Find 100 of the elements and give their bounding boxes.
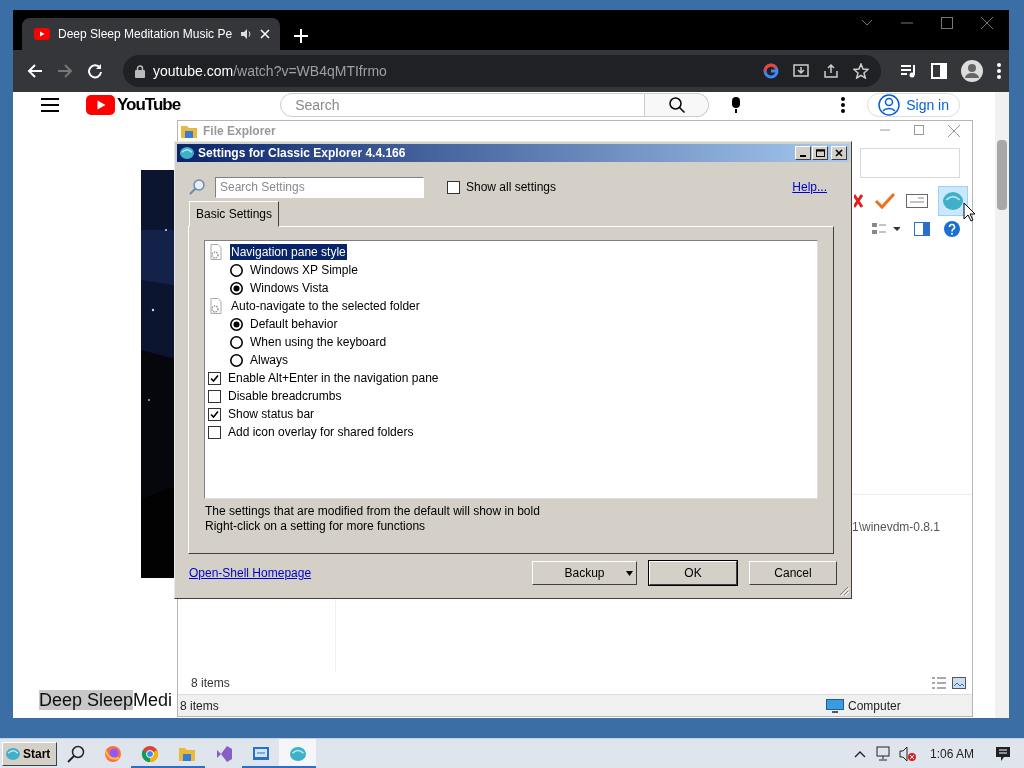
checkbox[interactable] — [208, 371, 221, 385]
notification-icon[interactable] — [995, 745, 1011, 762]
reload-icon[interactable] — [87, 63, 103, 79]
monitor-icon — [251, 744, 270, 763]
delete-x-icon[interactable] — [854, 193, 864, 209]
side-panel-icon[interactable] — [931, 63, 947, 79]
menu-button[interactable]: Backup — [532, 561, 637, 585]
hint-text: The settings that are modified from the default will show in bold — [205, 504, 541, 519]
shell-icon — [288, 744, 307, 763]
view-options-icon[interactable] — [872, 221, 900, 236]
chevron-down-icon[interactable] — [861, 19, 873, 27]
shell-icon — [5, 745, 21, 762]
logo-text: YouTube — [117, 95, 181, 115]
menu-icon[interactable] — [41, 98, 59, 112]
chevron-up-icon[interactable] — [853, 749, 866, 758]
search-button[interactable] — [645, 93, 710, 117]
setting-label[interactable]: Show status bar — [227, 406, 316, 422]
preview-pane-icon[interactable] — [914, 221, 930, 236]
setting-label[interactable]: Always — [249, 352, 289, 368]
ok-button[interactable]: OK — [649, 561, 737, 585]
checkbox[interactable] — [208, 389, 221, 403]
thumbnail-view-icon[interactable] — [952, 677, 966, 689]
browser-icon — [103, 744, 122, 763]
browser-icon — [140, 744, 159, 763]
setting-label[interactable]: Auto-navigate to the selected folder — [230, 298, 421, 314]
close-button[interactable] — [831, 146, 847, 160]
item-count: 8 items — [191, 676, 230, 690]
back-arrow-icon[interactable] — [27, 63, 43, 79]
install-icon[interactable] — [793, 63, 809, 79]
share-icon[interactable] — [823, 63, 839, 79]
shell-icon — [179, 145, 195, 161]
media-queue-icon[interactable] — [901, 64, 917, 78]
search-field[interactable]: Search — [280, 93, 646, 117]
search-field[interactable]: Search Settings — [215, 176, 424, 198]
maximize-icon[interactable] — [914, 125, 924, 135]
settings-page-icon — [208, 298, 224, 314]
clock-text: 1:06 AM — [928, 746, 975, 761]
avatar-icon[interactable] — [961, 60, 983, 82]
window-title: File Explorer — [203, 124, 276, 138]
radio-button[interactable] — [230, 317, 243, 331]
checkbox-label: Show all settings — [466, 180, 557, 194]
status-text: 8 items — [179, 698, 219, 713]
shell-icon — [942, 190, 964, 212]
setting-label[interactable]: Disable breadcrumbs — [227, 388, 343, 404]
microphone-icon[interactable] — [731, 97, 742, 113]
address-bar[interactable]: youtube.com/watch?v=WB4qMTIfrmo — [123, 55, 881, 87]
setting-label[interactable]: Add icon overlay for shared folders — [227, 424, 415, 440]
maximize-button[interactable] — [812, 146, 828, 160]
setting-label[interactable]: Navigation pane style — [230, 244, 347, 260]
setting-label[interactable]: Windows Vista — [249, 280, 330, 296]
settings-page-icon — [208, 244, 224, 260]
radio-button[interactable] — [230, 335, 243, 349]
minimize-button[interactable] — [795, 146, 811, 160]
checkbox[interactable] — [208, 407, 221, 421]
g-logo-icon[interactable] — [763, 63, 779, 79]
address-field[interactable] — [860, 148, 960, 178]
star-icon[interactable] — [853, 63, 869, 79]
video-logo-icon — [34, 28, 50, 40]
kebab-menu-icon[interactable] — [997, 63, 1001, 79]
browser-tab[interactable]: Deep Sleep Meditation Music Pe — [22, 18, 281, 50]
scrollbar[interactable] — [995, 92, 1009, 718]
kebab-menu-icon[interactable] — [841, 97, 846, 113]
url-text: youtube.com/watch?v=WB4qMTIfrmo — [153, 63, 387, 79]
radio-button[interactable] — [230, 281, 243, 295]
resize-grip-icon[interactable] — [837, 584, 849, 596]
maximize-icon[interactable] — [941, 17, 953, 29]
setting-label[interactable]: Enable Alt+Enter in the navigation pane — [227, 370, 440, 386]
search-icon — [668, 97, 685, 113]
taskbar-app[interactable] — [279, 738, 316, 768]
help-icon[interactable] — [944, 220, 960, 237]
maximize-icon — [815, 149, 825, 157]
infinity-icon — [214, 744, 233, 763]
scrollbar-thumb[interactable] — [997, 140, 1007, 210]
new-tab-icon[interactable] — [294, 29, 309, 43]
video-title: Deep Sleep — [39, 690, 134, 710]
search-icon[interactable] — [66, 744, 85, 763]
status-location: Computer — [848, 698, 901, 713]
caret-icon — [626, 571, 633, 576]
radio-button[interactable] — [230, 353, 243, 367]
hint-text: Right-click on a setting for more functions — [205, 519, 427, 534]
tab[interactable]: Basic Settings — [189, 201, 280, 227]
cancel-button[interactable]: Cancel — [749, 561, 837, 585]
radio-button[interactable] — [230, 263, 243, 277]
forward-arrow-icon[interactable] — [57, 63, 73, 79]
checkmark-icon[interactable] — [874, 192, 896, 210]
envelope-icon[interactable] — [906, 194, 928, 208]
start-button[interactable]: Start — [2, 741, 57, 766]
network-icon[interactable] — [875, 745, 892, 762]
play-logo-icon — [86, 95, 115, 115]
help-link[interactable]: Help... — [792, 180, 827, 194]
person-icon — [878, 94, 901, 116]
shell-button[interactable] — [938, 186, 968, 216]
setting-label[interactable]: Default behavior — [249, 316, 339, 332]
folder-icon — [181, 124, 197, 138]
setting-label[interactable]: When using the keyboard — [249, 334, 388, 350]
speaker-muted-icon[interactable] — [898, 745, 917, 762]
checkbox[interactable] — [208, 425, 221, 439]
homepage-link[interactable]: Open-Shell Homepage — [189, 566, 312, 580]
setting-label[interactable]: Windows XP Simple — [249, 262, 359, 278]
checkbox[interactable] — [447, 180, 460, 194]
